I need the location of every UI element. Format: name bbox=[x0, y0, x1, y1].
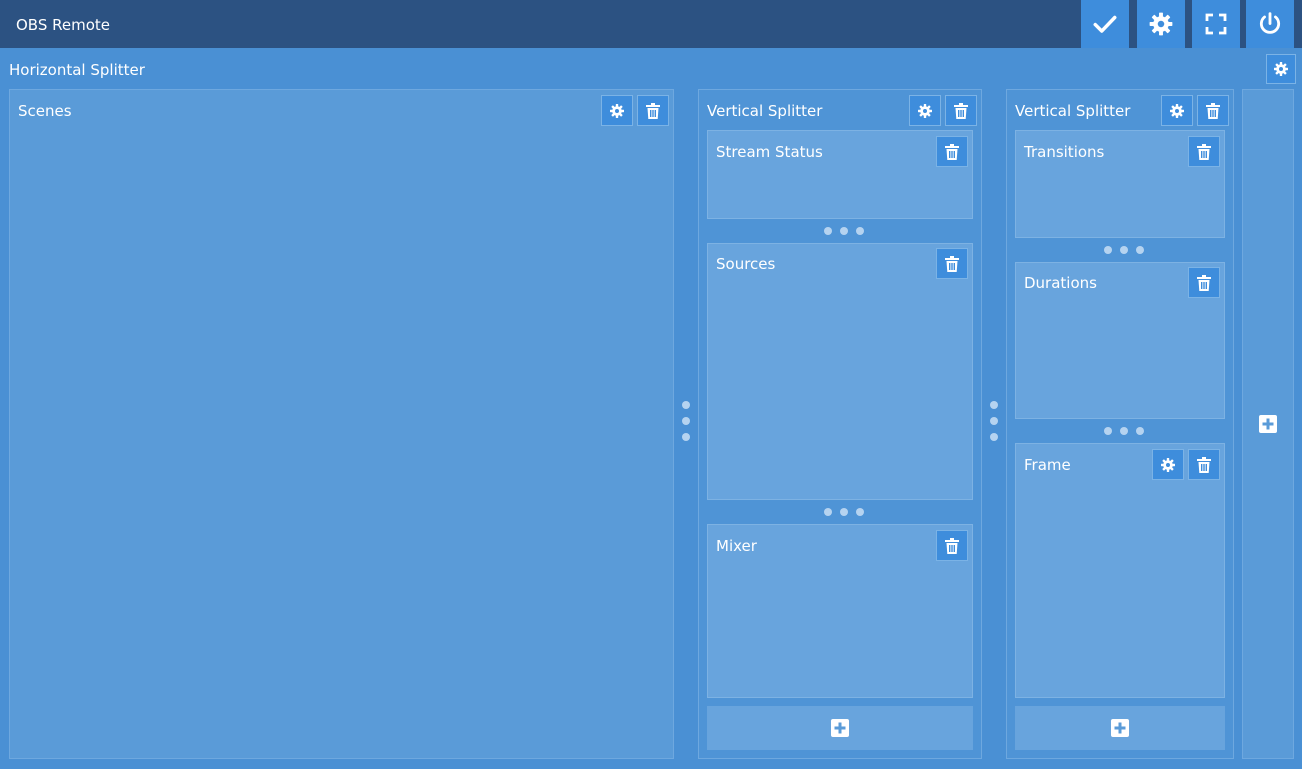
gear-icon bbox=[1161, 457, 1175, 472]
frame-title: Frame bbox=[1024, 456, 1071, 474]
stream-status-title: Stream Status bbox=[716, 143, 823, 161]
gear-icon bbox=[1149, 12, 1173, 36]
durations-delete-button[interactable] bbox=[1188, 267, 1220, 298]
fullscreen-button[interactable] bbox=[1192, 0, 1240, 48]
settings-button[interactable] bbox=[1137, 0, 1185, 48]
vertical-splitter-2-add-button[interactable] bbox=[1015, 706, 1225, 750]
app-title: OBS Remote bbox=[16, 16, 110, 34]
horizontal-splitter-title: Horizontal Splitter bbox=[9, 61, 145, 79]
handle-dot bbox=[1120, 427, 1128, 435]
splitter-handle[interactable] bbox=[1104, 427, 1144, 435]
vertical-splitter-1-delete-button[interactable] bbox=[945, 95, 977, 126]
sources-title: Sources bbox=[716, 255, 776, 273]
splitter-handle[interactable] bbox=[824, 227, 864, 235]
trash-icon bbox=[1197, 456, 1211, 473]
horizontal-splitter-add-button[interactable] bbox=[1242, 89, 1294, 759]
transitions-title: Transitions bbox=[1024, 143, 1105, 161]
sources-delete-button[interactable] bbox=[936, 248, 968, 279]
plus-square-icon bbox=[831, 719, 849, 737]
mixer-title: Mixer bbox=[716, 537, 757, 555]
vertical-splitter-2-title: Vertical Splitter bbox=[1015, 102, 1131, 120]
handle-dot bbox=[840, 227, 848, 235]
gear-icon bbox=[918, 103, 932, 118]
handle-dot bbox=[1136, 427, 1144, 435]
handle-dot bbox=[856, 508, 864, 516]
trash-icon bbox=[1197, 274, 1211, 291]
frame-panel bbox=[1015, 443, 1225, 698]
durations-title: Durations bbox=[1024, 274, 1097, 292]
power-icon bbox=[1259, 12, 1281, 34]
plus-square-icon bbox=[1259, 415, 1277, 433]
scenes-title: Scenes bbox=[18, 102, 72, 120]
handle-dot bbox=[1104, 427, 1112, 435]
handle-dot bbox=[840, 508, 848, 516]
sources-panel bbox=[707, 243, 973, 500]
splitter-handle[interactable] bbox=[990, 401, 998, 441]
vertical-splitter-2-settings-button[interactable] bbox=[1161, 95, 1193, 126]
stream-status-delete-button[interactable] bbox=[936, 136, 968, 167]
gear-icon bbox=[610, 103, 624, 118]
trash-icon bbox=[1197, 143, 1211, 160]
vertical-splitter-1-settings-button[interactable] bbox=[909, 95, 941, 126]
plus-square-icon bbox=[1111, 719, 1129, 737]
handle-dot bbox=[990, 401, 998, 409]
trash-icon bbox=[945, 255, 959, 272]
trash-icon bbox=[945, 537, 959, 554]
mixer-delete-button[interactable] bbox=[936, 530, 968, 561]
handle-dot bbox=[682, 401, 690, 409]
handle-dot bbox=[824, 508, 832, 516]
check-icon bbox=[1093, 15, 1117, 33]
gear-icon bbox=[1170, 103, 1184, 118]
handle-dot bbox=[856, 227, 864, 235]
handle-dot bbox=[1104, 246, 1112, 254]
confirm-button[interactable] bbox=[1081, 0, 1129, 48]
scenes-settings-button[interactable] bbox=[601, 95, 633, 126]
frame-settings-button[interactable] bbox=[1152, 449, 1184, 480]
trash-icon bbox=[945, 143, 959, 160]
trash-icon bbox=[954, 102, 968, 119]
handle-dot bbox=[682, 417, 690, 425]
handle-dot bbox=[1136, 246, 1144, 254]
scenes-delete-button[interactable] bbox=[637, 95, 669, 126]
handle-dot bbox=[990, 417, 998, 425]
handle-dot bbox=[682, 433, 690, 441]
gear-icon bbox=[1274, 62, 1288, 76]
handle-dot bbox=[990, 433, 998, 441]
trash-icon bbox=[1206, 102, 1220, 119]
handle-dot bbox=[1120, 246, 1128, 254]
handle-dot bbox=[824, 227, 832, 235]
power-button[interactable] bbox=[1246, 0, 1294, 48]
horizontal-splitter-settings-button[interactable] bbox=[1266, 54, 1296, 84]
vertical-splitter-1-add-button[interactable] bbox=[707, 706, 973, 750]
scenes-panel bbox=[9, 89, 674, 759]
trash-icon bbox=[646, 102, 660, 119]
transitions-delete-button[interactable] bbox=[1188, 136, 1220, 167]
splitter-handle[interactable] bbox=[824, 508, 864, 516]
splitter-handle[interactable] bbox=[1104, 246, 1144, 254]
frame-delete-button[interactable] bbox=[1188, 449, 1220, 480]
splitter-handle[interactable] bbox=[682, 401, 690, 441]
vertical-splitter-2-delete-button[interactable] bbox=[1197, 95, 1229, 126]
vertical-splitter-1-title: Vertical Splitter bbox=[707, 102, 823, 120]
fullscreen-icon bbox=[1205, 13, 1227, 35]
